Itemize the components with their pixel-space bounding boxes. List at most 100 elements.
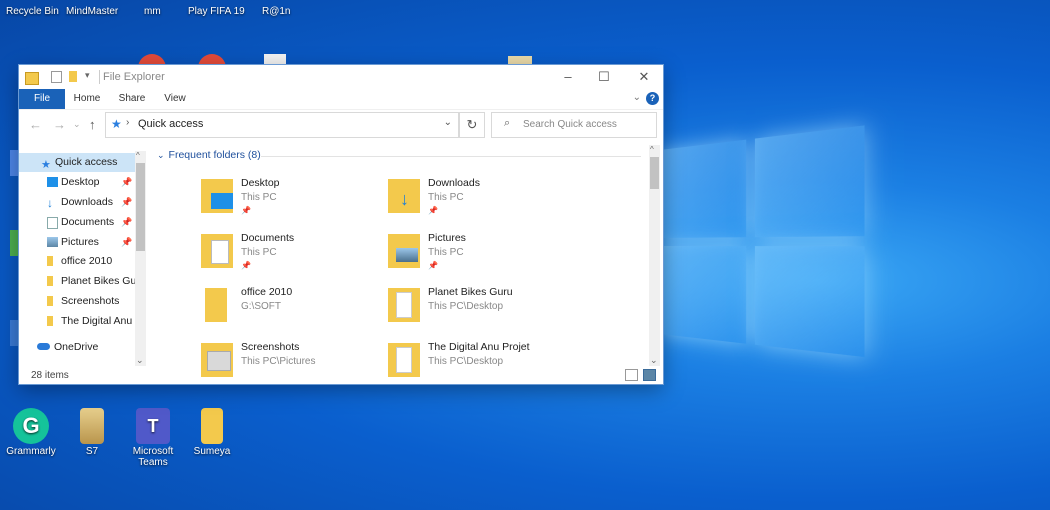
tab-home[interactable]: Home bbox=[71, 89, 103, 109]
recent-locations-icon[interactable]: ⌄ bbox=[73, 119, 81, 130]
partial-desktop-icon bbox=[10, 230, 19, 256]
folder-name: Pictures bbox=[428, 232, 466, 244]
pin-icon: 📌 bbox=[428, 206, 438, 215]
folder-path: G:\SOFT bbox=[241, 301, 281, 312]
scroll-down-icon[interactable]: ⌄ bbox=[650, 355, 658, 366]
divider bbox=[99, 70, 100, 84]
folder-icon bbox=[47, 316, 53, 326]
desktop-icon-recycle-bin[interactable]: Recycle Bin bbox=[6, 6, 59, 17]
desktop-icon-label: Sumeya bbox=[177, 446, 247, 457]
chevron-down-icon: ⌄ bbox=[157, 150, 165, 160]
folder-item-downloads[interactable]: ↓ Downloads This PC 📌 bbox=[388, 175, 568, 227]
breadcrumb-chevron-icon[interactable]: › bbox=[126, 117, 129, 128]
pictures-folder-icon bbox=[388, 234, 420, 268]
nav-scrollbar[interactable]: ^ ⌄ bbox=[135, 151, 146, 366]
pin-icon: 📌 bbox=[241, 206, 251, 215]
nav-item-digital-anu[interactable]: The Digital Anu P bbox=[19, 312, 135, 331]
partial-desktop-icon bbox=[10, 150, 19, 176]
help-icon[interactable]: ? bbox=[646, 92, 659, 105]
folder-name: Documents bbox=[241, 232, 294, 244]
close-button[interactable]: ✕ bbox=[629, 68, 659, 86]
nav-item-desktop[interactable]: Desktop 📌 bbox=[19, 173, 135, 192]
desktop-icon-s7[interactable]: S7 bbox=[57, 408, 127, 457]
desktop-folder-icon bbox=[201, 179, 233, 213]
scroll-down-icon[interactable]: ⌄ bbox=[136, 355, 144, 366]
nav-item-downloads[interactable]: ↓ Downloads 📌 bbox=[19, 193, 135, 212]
folder-item-pictures[interactable]: Pictures This PC 📌 bbox=[388, 230, 568, 282]
scrollbar-thumb[interactable] bbox=[650, 157, 659, 189]
address-dropdown-icon[interactable]: ⌄ bbox=[444, 117, 452, 128]
documents-icon bbox=[47, 217, 58, 229]
forward-button[interactable]: → bbox=[53, 117, 66, 132]
nav-label: Downloads bbox=[61, 193, 113, 212]
chevron-down-icon[interactable]: ▾ bbox=[85, 70, 90, 84]
pin-icon: 📌 bbox=[121, 233, 132, 252]
content-scrollbar[interactable]: ^ ⌄ bbox=[649, 145, 660, 366]
group-header[interactable]: ⌄ Frequent folders (8) bbox=[157, 149, 261, 161]
pin-icon: 📌 bbox=[241, 261, 251, 270]
partial-desktop-icon bbox=[10, 320, 19, 346]
s7-icon bbox=[80, 408, 104, 444]
folder-icon bbox=[47, 296, 53, 306]
up-button[interactable]: ↑ bbox=[89, 117, 96, 132]
windows-logo bbox=[660, 124, 873, 365]
folder-item-office-2010[interactable]: office 2010 G:\SOFT bbox=[201, 284, 381, 336]
nav-label: Screenshots bbox=[61, 292, 119, 311]
refresh-button[interactable]: ↻ bbox=[459, 112, 485, 138]
item-count: 28 items bbox=[31, 370, 69, 381]
scrollbar-thumb[interactable] bbox=[136, 163, 145, 251]
folder-name: Planet Bikes Guru bbox=[428, 286, 513, 298]
scroll-up-icon[interactable]: ^ bbox=[136, 151, 140, 160]
folder-name: Desktop bbox=[241, 177, 280, 189]
nav-label: office 2010 bbox=[61, 252, 112, 271]
expand-ribbon-icon[interactable]: ⌄ bbox=[633, 92, 641, 103]
search-box[interactable]: ⌕ Search Quick access bbox=[491, 112, 657, 138]
desktop-icon-r1n[interactable]: R@1n bbox=[262, 6, 291, 17]
nav-item-screenshots[interactable]: Screenshots bbox=[19, 292, 135, 311]
nav-item-onedrive[interactable]: OneDrive bbox=[19, 338, 135, 357]
teams-icon: T bbox=[136, 408, 170, 444]
star-icon: ★ bbox=[41, 156, 51, 172]
desktop-icon bbox=[47, 177, 58, 187]
minimize-button[interactable]: – bbox=[553, 68, 583, 86]
address-bar[interactable]: ★ › Quick access ⌄ bbox=[105, 112, 459, 138]
folder-path: This PC bbox=[241, 192, 277, 203]
desktop-icon-sumeya[interactable]: Sumeya bbox=[177, 408, 247, 457]
desktop-icon-play-fifa[interactable]: Play FIFA 19 bbox=[188, 6, 245, 17]
nav-item-pictures[interactable]: Pictures 📌 bbox=[19, 233, 135, 252]
folder-name: Downloads bbox=[428, 177, 480, 189]
desktop-icon-label: S7 bbox=[57, 446, 127, 457]
pin-icon: 📌 bbox=[428, 261, 438, 270]
search-placeholder: Search Quick access bbox=[523, 119, 617, 130]
pin-icon: 📌 bbox=[121, 173, 132, 192]
nav-item-planet-bikes-guru[interactable]: Planet Bikes Guru bbox=[19, 272, 135, 291]
tab-file[interactable]: File bbox=[19, 89, 65, 109]
pin-icon: 📌 bbox=[121, 213, 132, 232]
window-title: File Explorer bbox=[103, 71, 165, 83]
back-button[interactable]: ← bbox=[29, 117, 42, 132]
maximize-button[interactable]: ☐ bbox=[589, 68, 619, 86]
cloud-icon bbox=[37, 343, 50, 350]
details-view-icon[interactable] bbox=[625, 369, 638, 381]
new-folder-icon[interactable] bbox=[69, 71, 77, 82]
nav-item-office-2010[interactable]: office 2010 bbox=[19, 252, 135, 271]
nav-label: Desktop bbox=[61, 173, 100, 192]
desktop-icon-mindmaster[interactable]: MindMaster bbox=[66, 6, 118, 17]
folder-item-desktop[interactable]: Desktop This PC 📌 bbox=[201, 175, 381, 227]
nav-item-quick-access[interactable]: ★ Quick access bbox=[19, 153, 135, 172]
properties-icon[interactable] bbox=[51, 71, 62, 83]
tab-view[interactable]: View bbox=[161, 89, 189, 109]
folder-with-files-icon bbox=[388, 288, 420, 322]
large-icons-view-icon[interactable] bbox=[643, 369, 656, 381]
title-bar[interactable]: ▾ File Explorer – ☐ ✕ bbox=[19, 65, 663, 89]
folder-icon bbox=[47, 256, 53, 266]
nav-item-documents[interactable]: Documents 📌 bbox=[19, 213, 135, 232]
folder-item-documents[interactable]: Documents This PC 📌 bbox=[201, 230, 381, 282]
quick-access-star-icon: ★ bbox=[111, 117, 122, 131]
ribbon-tabs: File Home Share View ⌄ ? bbox=[19, 89, 663, 109]
folder-item-planet-bikes-guru[interactable]: Planet Bikes Guru This PC\Desktop bbox=[388, 284, 568, 336]
tab-share[interactable]: Share bbox=[117, 89, 147, 109]
desktop-icon-mm[interactable]: mm bbox=[144, 6, 161, 17]
folder-name: Screenshots bbox=[241, 341, 299, 353]
scroll-up-icon[interactable]: ^ bbox=[650, 145, 654, 154]
